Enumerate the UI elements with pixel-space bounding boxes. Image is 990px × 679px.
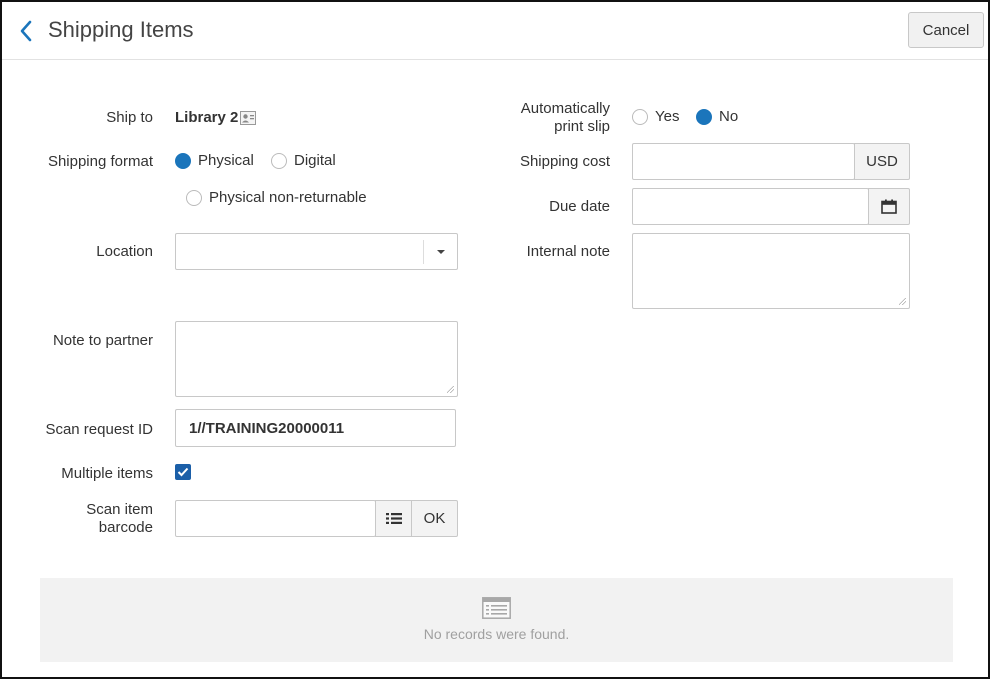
auto-print-slip-label: Automatically print slip	[490, 100, 610, 136]
multiple-items-checkbox[interactable]	[175, 464, 191, 480]
list-table-icon	[482, 597, 511, 619]
due-date-label: Due date	[549, 198, 610, 215]
due-date-input[interactable]	[632, 188, 869, 225]
auto-print-label-line2: print slip	[554, 118, 610, 135]
ship-to-value: Library 2	[175, 109, 239, 126]
scan-request-id-label: Scan request ID	[45, 421, 153, 438]
location-select[interactable]	[175, 233, 458, 270]
auto-print-yes-label: Yes	[655, 108, 680, 125]
ok-button[interactable]: OK	[411, 500, 458, 537]
auto-print-no-radio[interactable]: No	[696, 108, 738, 125]
format-physical-non-returnable-label: Physical non-returnable	[209, 189, 367, 206]
location-label: Location	[96, 243, 153, 260]
cancel-button[interactable]: Cancel	[908, 12, 984, 48]
radio-indicator	[186, 189, 202, 206]
radio-selected-indicator	[696, 108, 712, 125]
radio-indicator	[632, 108, 648, 125]
currency-addon: USD	[854, 143, 910, 180]
page-title: Shipping Items	[48, 17, 194, 42]
list-icon	[385, 513, 402, 524]
shipping-items-dialog: Shipping Items Cancel Ship to Library 2 …	[0, 0, 990, 679]
radio-indicator	[271, 152, 287, 169]
multiple-items-label: Multiple items	[61, 465, 153, 482]
shipping-cost-label: Shipping cost	[519, 153, 610, 170]
contact-card-icon[interactable]	[240, 111, 256, 125]
scan-item-label-line2: barcode	[98, 519, 153, 536]
page-header: Shipping Items Cancel	[2, 2, 988, 60]
internal-note-label: Internal note	[526, 243, 610, 260]
checkmark-icon	[177, 467, 189, 477]
auto-print-label-line1: Automatically	[520, 100, 610, 117]
barcode-list-button[interactable]	[375, 500, 412, 537]
back-icon[interactable]	[16, 18, 38, 44]
empty-message: No records were found.	[423, 626, 570, 642]
shipping-cost-input[interactable]	[632, 143, 855, 180]
scan-request-id-value: 1//TRAINING20000011	[189, 420, 345, 437]
format-physical-non-returnable-radio[interactable]: Physical non-returnable	[186, 189, 367, 206]
scan-item-barcode-input[interactable]	[175, 500, 376, 537]
auto-print-yes-radio[interactable]: Yes	[632, 108, 679, 125]
shipping-format-label: Shipping format	[47, 153, 153, 170]
calendar-button[interactable]	[868, 188, 910, 225]
note-to-partner-label: Note to partner	[52, 332, 153, 349]
resize-handle-icon[interactable]	[447, 386, 454, 393]
radio-selected-indicator	[175, 152, 191, 169]
format-physical-radio[interactable]: Physical	[175, 152, 254, 169]
note-to-partner-textarea[interactable]	[175, 321, 458, 397]
calendar-icon	[881, 199, 897, 214]
auto-print-no-label: No	[719, 108, 739, 125]
ship-to-label: Ship to	[106, 109, 153, 126]
format-digital-label: Digital	[294, 152, 336, 169]
scan-request-id-input[interactable]: 1//TRAINING20000011	[175, 409, 456, 447]
resize-handle-icon[interactable]	[899, 298, 906, 305]
chevron-down-icon[interactable]	[423, 240, 457, 264]
internal-note-textarea[interactable]	[632, 233, 910, 309]
format-digital-radio[interactable]: Digital	[271, 152, 336, 169]
results-empty-state: No records were found.	[40, 578, 953, 662]
scan-item-label-line1: Scan item	[86, 501, 153, 518]
scan-item-barcode-label: Scan item barcode	[42, 501, 153, 537]
format-physical-label: Physical	[198, 152, 254, 169]
